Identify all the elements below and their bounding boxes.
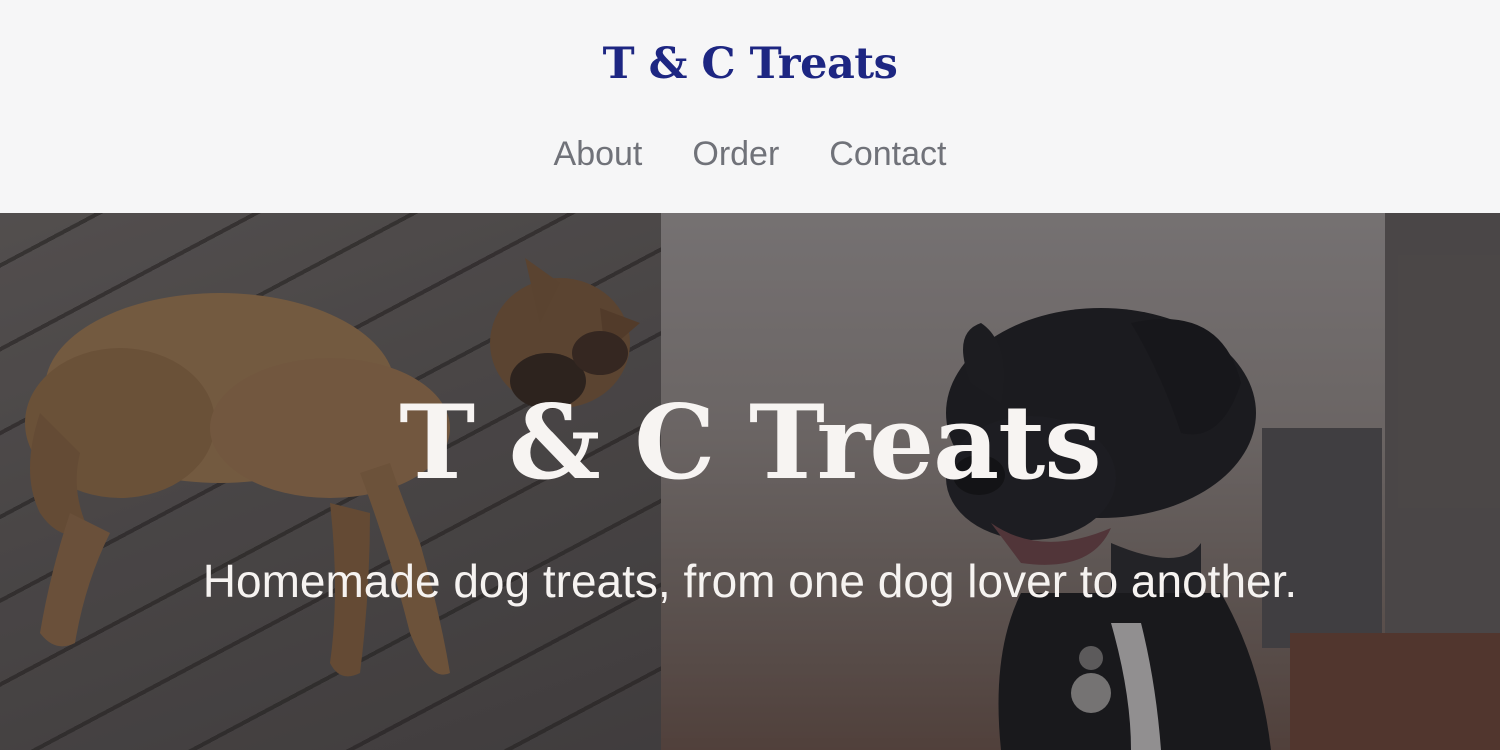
site-header: T & C Treats About Order Contact	[0, 0, 1500, 213]
nav-link-contact[interactable]: Contact	[829, 132, 946, 176]
hero-tagline: Homemade dog treats, from one dog lover …	[202, 555, 1298, 607]
main-nav: About Order Contact	[0, 132, 1500, 176]
nav-link-about[interactable]: About	[554, 132, 643, 176]
hero-banner: T & C Treats Homemade dog treats, from o…	[0, 213, 1500, 750]
nav-link-order[interactable]: Order	[692, 132, 779, 176]
brand-logo-link[interactable]: T & C Treats	[0, 36, 1500, 92]
hero-title: T & C Treats	[399, 383, 1101, 503]
